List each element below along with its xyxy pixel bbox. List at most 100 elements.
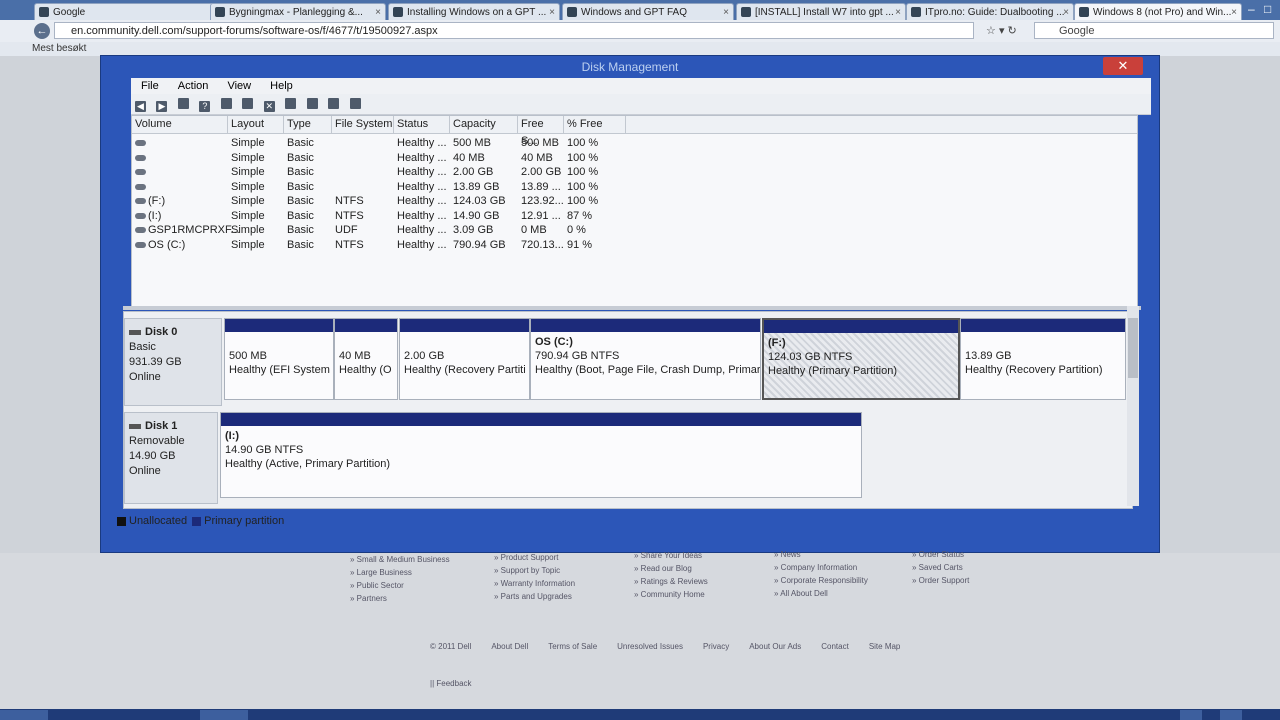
- browser-tab[interactable]: Windows and GPT FAQ ×: [562, 3, 734, 20]
- check-icon[interactable]: [285, 98, 297, 109]
- menu-view[interactable]: View: [227, 80, 251, 92]
- scrollbar-thumb[interactable]: [1128, 318, 1138, 378]
- footer-link[interactable]: Ratings & Reviews: [634, 575, 708, 588]
- menu-action[interactable]: Action: [178, 80, 209, 92]
- back-icon[interactable]: ◀: [135, 101, 146, 112]
- footer-bottom-link[interactable]: About Dell: [491, 642, 528, 651]
- footer-link[interactable]: Share Your Ideas: [634, 549, 708, 562]
- footer-bottom-link[interactable]: Privacy: [703, 642, 729, 651]
- footer-link[interactable]: Product Support: [494, 551, 575, 564]
- footer-link[interactable]: All About Dell: [774, 587, 868, 600]
- view-icon[interactable]: [177, 98, 189, 109]
- minimize-icon[interactable]: –: [1248, 2, 1255, 16]
- volume-cell-free: 123.92...: [521, 195, 564, 207]
- close-tab-icon[interactable]: ×: [1063, 4, 1069, 20]
- url-input[interactable]: en.community.dell.com/support-forums/sof…: [54, 22, 974, 39]
- folder-icon[interactable]: [306, 98, 318, 109]
- footer-link[interactable]: Partners: [350, 592, 450, 605]
- column-header-free-space[interactable]: Free S...: [518, 116, 564, 147]
- search-icon[interactable]: [328, 98, 340, 109]
- partition-recovery[interactable]: 2.00 GB Healthy (Recovery Partiti: [399, 318, 530, 400]
- back-arrow-icon[interactable]: ←: [34, 23, 50, 39]
- browser-tab[interactable]: Google×: [34, 3, 224, 20]
- pane-splitter[interactable]: [123, 306, 1141, 310]
- footer-link[interactable]: Order Status: [912, 548, 969, 561]
- volume-row[interactable]: OS (C:) Simple Basic NTFS Healthy ... 790.94 …: [132, 238, 1137, 252]
- close-tab-icon[interactable]: ×: [549, 4, 555, 20]
- menu-help[interactable]: Help: [270, 80, 293, 92]
- disk-1-label[interactable]: Disk 1 Removable 14.90 GB Online: [124, 412, 218, 504]
- browser-tab[interactable]: Bygningmax - Planlegging &... ×: [210, 3, 386, 20]
- star-icon[interactable]: ☆: [986, 25, 996, 37]
- footer-link[interactable]: Public Sector: [350, 579, 450, 592]
- footer-bottom-link[interactable]: Site Map: [869, 642, 901, 651]
- partition-f-selected[interactable]: (F:) 124.03 GB NTFS Healthy (Primary Parti…: [762, 318, 960, 400]
- volume-row[interactable]: Simple Basic Healthy ... 500 MB 500 MB 100 %: [132, 136, 1137, 150]
- close-tab-icon[interactable]: ×: [1231, 4, 1237, 20]
- properties-icon[interactable]: [220, 98, 232, 109]
- footer-bottom-link[interactable]: Terms of Sale: [548, 642, 597, 651]
- list-icon[interactable]: [349, 98, 361, 109]
- volume-row[interactable]: Simple Basic Healthy ... 2.00 GB 2.00 GB 100 …: [132, 165, 1137, 179]
- help-icon[interactable]: ?: [199, 101, 211, 112]
- close-tab-icon[interactable]: ×: [375, 4, 381, 20]
- partition-msr[interactable]: 40 MB Healthy (O: [334, 318, 398, 400]
- dropdown-icon[interactable]: ▾: [999, 25, 1005, 37]
- browser-tab[interactable]: [INSTALL] Install W7 into gpt ... ×: [736, 3, 906, 20]
- footer-link[interactable]: Community Home: [634, 588, 708, 601]
- footer-link[interactable]: Warranty Information: [494, 577, 575, 590]
- tray-icon[interactable]: [1220, 710, 1242, 720]
- footer-link[interactable]: Saved Carts: [912, 561, 969, 574]
- vertical-scrollbar[interactable]: [1127, 306, 1139, 506]
- footer-link[interactable]: Read our Blog: [634, 562, 708, 575]
- close-tab-icon[interactable]: ×: [895, 4, 901, 20]
- bookmark-most-visited[interactable]: Mest besøkt: [32, 43, 86, 54]
- refresh-icon[interactable]: [242, 98, 254, 109]
- column-header-capacity[interactable]: Capacity: [450, 116, 518, 133]
- footer-link[interactable]: Small & Medium Business: [350, 553, 450, 566]
- start-button[interactable]: [0, 710, 48, 720]
- volume-row[interactable]: Simple Basic Healthy ... 13.89 GB 13.89 ... 1…: [132, 180, 1137, 194]
- reload-icon[interactable]: ↻: [1008, 25, 1017, 37]
- menu-file[interactable]: File: [141, 80, 159, 92]
- column-header-status[interactable]: Status: [394, 116, 450, 133]
- footer-bottom-link[interactable]: Contact: [821, 642, 849, 651]
- footer-link[interactable]: News: [774, 548, 868, 561]
- tray-shield-icon[interactable]: [1180, 710, 1202, 720]
- browser-tab[interactable]: ITpro.no: Guide: Dualbooting ... ×: [906, 3, 1074, 20]
- partition-i[interactable]: (I:) 14.90 GB NTFS Healthy (Active, Primar…: [220, 412, 862, 498]
- taskbar-app[interactable]: [200, 710, 248, 720]
- browser-tab-active[interactable]: Windows 8 (not Pro) and Win... ×: [1074, 3, 1242, 20]
- footer-bottom-link[interactable]: © 2011 Dell: [430, 642, 471, 651]
- volume-row[interactable]: (F:) Simple Basic NTFS Healthy ... 124.03 GB 1…: [132, 194, 1137, 208]
- footer-link[interactable]: Large Business: [350, 566, 450, 579]
- disk-management-window: Disk Management ✕ File Action View Help …: [100, 55, 1160, 553]
- browser-tab[interactable]: Installing Windows on a GPT ... ×: [388, 3, 560, 20]
- column-header-volume[interactable]: Volume: [132, 116, 228, 133]
- column-header-layout[interactable]: Layout: [228, 116, 284, 133]
- maximize-icon[interactable]: □: [1264, 2, 1271, 16]
- column-header-file-system[interactable]: File System: [332, 116, 394, 133]
- footer-link[interactable]: Corporate Responsibility: [774, 574, 868, 587]
- footer-link[interactable]: Parts and Upgrades: [494, 590, 575, 603]
- volume-row[interactable]: GSP1RMCPRXF... Simple Basic UDF Healthy ... 3…: [132, 223, 1137, 237]
- footer-link[interactable]: Support by Topic: [494, 564, 575, 577]
- column-header-type[interactable]: Type: [284, 116, 332, 133]
- volume-row[interactable]: Simple Basic Healthy ... 40 MB 40 MB 100 %: [132, 151, 1137, 165]
- volume-row[interactable]: (I:) Simple Basic NTFS Healthy ... 14.90 GB 12…: [132, 209, 1137, 223]
- footer-bottom-link[interactable]: Unresolved Issues: [617, 642, 683, 651]
- footer-link[interactable]: Company Information: [774, 561, 868, 574]
- partition-efi[interactable]: 500 MB Healthy (EFI System: [224, 318, 334, 400]
- delete-icon[interactable]: ✕: [263, 101, 275, 112]
- footer-bottom-link[interactable]: About Our Ads: [749, 642, 801, 651]
- search-input[interactable]: Google: [1034, 22, 1274, 39]
- disk-0-label[interactable]: Disk 0 Basic 931.39 GB Online: [124, 318, 222, 406]
- partition-os-c[interactable]: OS (C:) 790.94 GB NTFS Healthy (Boot, Page…: [530, 318, 761, 400]
- close-tab-icon[interactable]: ×: [723, 4, 729, 20]
- close-button[interactable]: ✕: [1103, 57, 1143, 75]
- forward-icon[interactable]: ▶: [156, 101, 168, 112]
- feedback-link[interactable]: || Feedback: [430, 679, 472, 688]
- column-header-percent-free[interactable]: % Free: [564, 116, 626, 133]
- partition-recovery-2[interactable]: 13.89 GB Healthy (Recovery Partition): [960, 318, 1126, 400]
- footer-link[interactable]: Order Support: [912, 574, 970, 587]
